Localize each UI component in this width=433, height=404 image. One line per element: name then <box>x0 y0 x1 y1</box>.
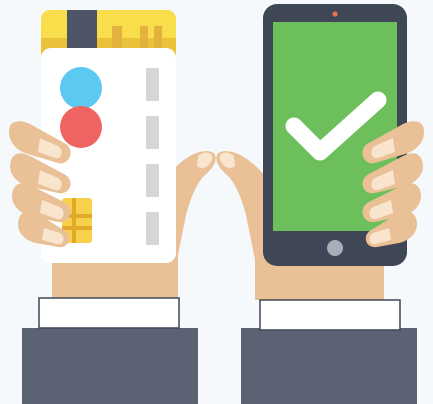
card-logo-circle-red <box>60 106 102 148</box>
card-gold-stripe <box>112 26 122 48</box>
card-magnetic-stripe <box>67 10 97 48</box>
credit-card <box>41 10 176 263</box>
mobile-payment-scene <box>0 0 433 404</box>
card-number-block <box>146 116 159 149</box>
mobile-payment-illustration <box>8 4 425 404</box>
card-gold-stripe <box>140 26 148 48</box>
card-logo-circle-blue <box>60 67 102 109</box>
right-cuff <box>259 299 401 331</box>
card-gold-stripe <box>154 26 162 48</box>
phone-home-button <box>327 240 343 256</box>
card-number-block <box>146 68 159 101</box>
left-sleeve <box>22 328 198 404</box>
card-number-block <box>146 212 159 245</box>
left-cuff <box>38 297 180 329</box>
right-sleeve <box>241 328 417 404</box>
card-number-block <box>146 164 159 197</box>
phone-camera <box>332 11 338 17</box>
